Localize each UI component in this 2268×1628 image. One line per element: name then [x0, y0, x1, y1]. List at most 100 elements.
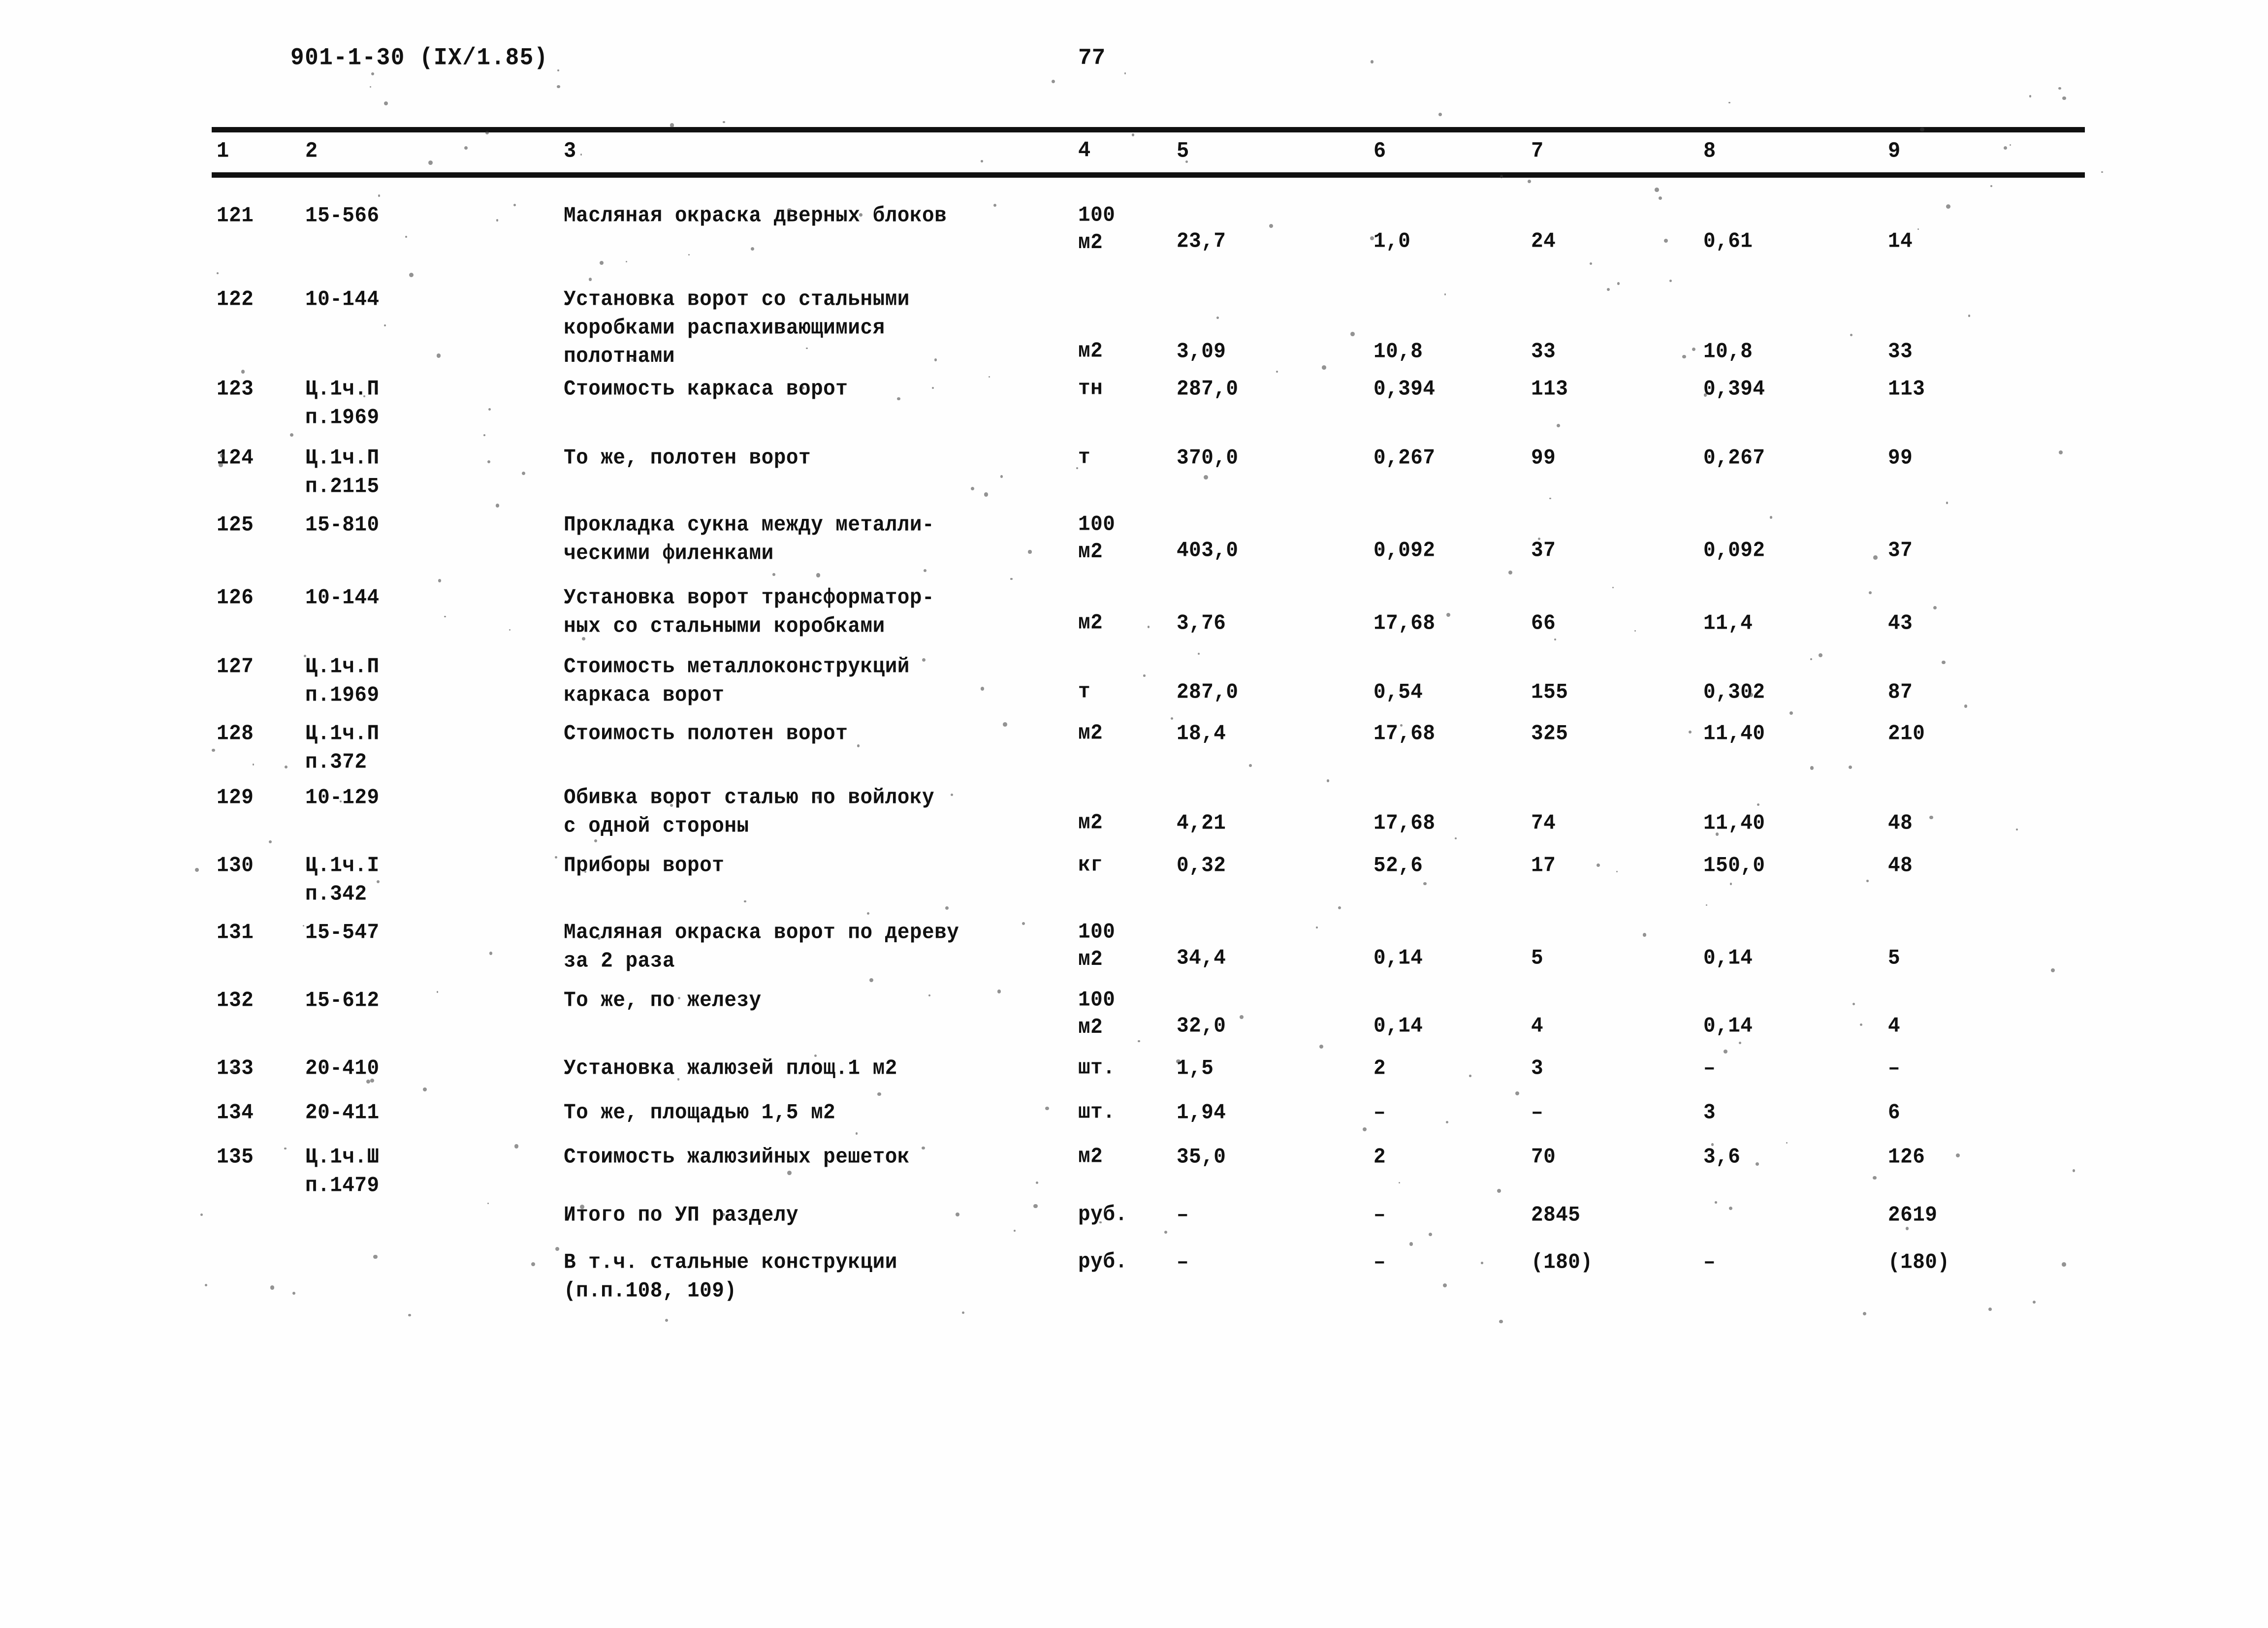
scan-speckle: [444, 615, 446, 618]
scan-speckle: [924, 569, 927, 572]
scan-speckle: [1682, 354, 1686, 358]
row-value-c5: 1,5: [1177, 1056, 1214, 1081]
row-value-c6: 0,14: [1374, 1014, 1423, 1039]
row-value-c8: 11,40: [1703, 811, 1765, 836]
scan-speckle: [1612, 587, 1614, 589]
row-value-c9: 126: [1888, 1145, 1925, 1170]
scan-speckle: [269, 840, 272, 844]
scan-speckle: [1738, 1042, 1741, 1045]
scan-speckle: [1946, 204, 1950, 209]
row-value-c5: –: [1177, 1203, 1189, 1228]
row-description: В т.ч. стальные конструкции (п.п.108, 10…: [564, 1250, 897, 1304]
document-code: 901-1-30 (IX/1.85): [290, 44, 548, 72]
scan-speckle: [1968, 315, 1970, 317]
row-code: Ц.1ч.П п.2115: [305, 446, 380, 499]
scan-speckle: [1869, 591, 1872, 594]
scan-speckle: [2003, 146, 2007, 150]
row-value-c7: 2845: [1531, 1203, 1581, 1228]
row-description: Стоимость металлоконструкций каркаса вор…: [564, 655, 910, 708]
row-value-c6: 0,14: [1374, 946, 1423, 971]
row-value-c9: 43: [1888, 611, 1913, 636]
row-value-c9: 48: [1888, 811, 1913, 836]
row-value-c7: 37: [1531, 539, 1556, 563]
scan-speckle: [252, 764, 255, 766]
scan-speckle: [744, 900, 746, 903]
table-header-rule: [212, 172, 2085, 178]
row-number: 129: [217, 786, 254, 810]
row-description: Масляная окраска дверных блоков: [564, 204, 947, 228]
row-value-c8: 150,0: [1703, 854, 1765, 878]
scan-speckle: [1862, 1311, 1867, 1315]
scan-speckle: [816, 573, 821, 577]
row-value-c9: 113: [1888, 377, 1925, 402]
scan-speckle: [378, 194, 381, 197]
row-value-c8: 0,61: [1703, 229, 1753, 254]
scan-speckle: [1729, 883, 1732, 885]
scan-speckle: [1658, 196, 1662, 200]
row-unit: т: [1078, 680, 1091, 704]
row-value-c5: 0,32: [1177, 854, 1226, 878]
scan-speckle: [2101, 171, 2103, 173]
scan-speckle: [1715, 1201, 1717, 1204]
row-unit: руб.: [1078, 1203, 1128, 1227]
row-description: Установка ворот трансформатор- ных со ст…: [564, 586, 935, 639]
scan-speckle: [1810, 658, 1813, 660]
row-value-c6: 17,68: [1374, 722, 1436, 746]
row-value-c9: 87: [1888, 680, 1913, 705]
scan-speckle: [408, 1313, 411, 1317]
scan-speckle: [588, 278, 592, 281]
scan-speckle: [2062, 1262, 2066, 1267]
row-value-c6: 2: [1374, 1056, 1386, 1081]
column-header-6: 6: [1374, 138, 1386, 164]
scan-speckle: [772, 573, 775, 576]
row-unit: 100 м2: [1078, 920, 1116, 972]
row-unit: шт.: [1078, 1100, 1116, 1125]
scan-speckle: [555, 1247, 560, 1251]
scan-speckle: [1990, 185, 1993, 188]
scan-speckle: [423, 1087, 427, 1092]
row-value-c9: 2619: [1888, 1203, 1938, 1228]
row-value-c5: 1,94: [1177, 1101, 1226, 1125]
scan-speckle: [302, 925, 304, 926]
scan-speckle: [2050, 968, 2055, 972]
scan-speckle: [509, 629, 511, 631]
scan-speckle: [284, 765, 287, 768]
row-number: 126: [217, 586, 254, 610]
scan-speckle: [1000, 475, 1003, 478]
page-number: 77: [1078, 45, 1106, 71]
row-value-c9: 14: [1888, 229, 1913, 254]
scan-speckle: [877, 1092, 881, 1096]
row-value-c9: 99: [1888, 446, 1913, 471]
row-value-c8: 11,4: [1703, 611, 1753, 636]
scan-speckle: [688, 254, 690, 255]
row-value-c8: 0,394: [1703, 377, 1765, 402]
row-code: Ц.1ч.П п.1969: [305, 377, 380, 430]
row-value-c8: 0,14: [1703, 946, 1753, 971]
scan-speckle: [1499, 1319, 1503, 1324]
column-header-9: 9: [1888, 138, 1901, 164]
scan-speckle: [1859, 1023, 1862, 1026]
row-unit: м2: [1078, 611, 1103, 636]
scan-speckle: [1724, 1050, 1727, 1053]
scan-speckle: [1554, 638, 1557, 640]
scan-speckle: [531, 1262, 536, 1267]
scan-speckle: [292, 1292, 296, 1295]
column-header-3: 3: [564, 138, 576, 164]
row-value-c8: 11,40: [1703, 722, 1765, 746]
row-description: Стоимость полотен ворот: [564, 722, 848, 746]
row-unit: м2: [1078, 1145, 1103, 1169]
column-header-4: 4: [1078, 138, 1091, 163]
scan-speckle: [961, 1311, 965, 1314]
row-value-c7: (180): [1531, 1250, 1593, 1275]
row-value-c9: –: [1888, 1056, 1901, 1081]
scan-speckle: [1933, 606, 1937, 609]
scan-speckle: [1276, 370, 1278, 373]
scan-speckle: [1131, 133, 1134, 136]
scan-speckle: [1655, 188, 1659, 192]
row-description: Установка жалюзей площ.1 м2: [564, 1056, 897, 1081]
row-value-c7: 5: [1531, 946, 1544, 971]
scan-speckle: [241, 369, 245, 374]
scan-speckle: [2029, 95, 2032, 97]
row-code: Ц.1ч.I п.342: [305, 854, 380, 907]
scan-speckle: [489, 952, 493, 955]
